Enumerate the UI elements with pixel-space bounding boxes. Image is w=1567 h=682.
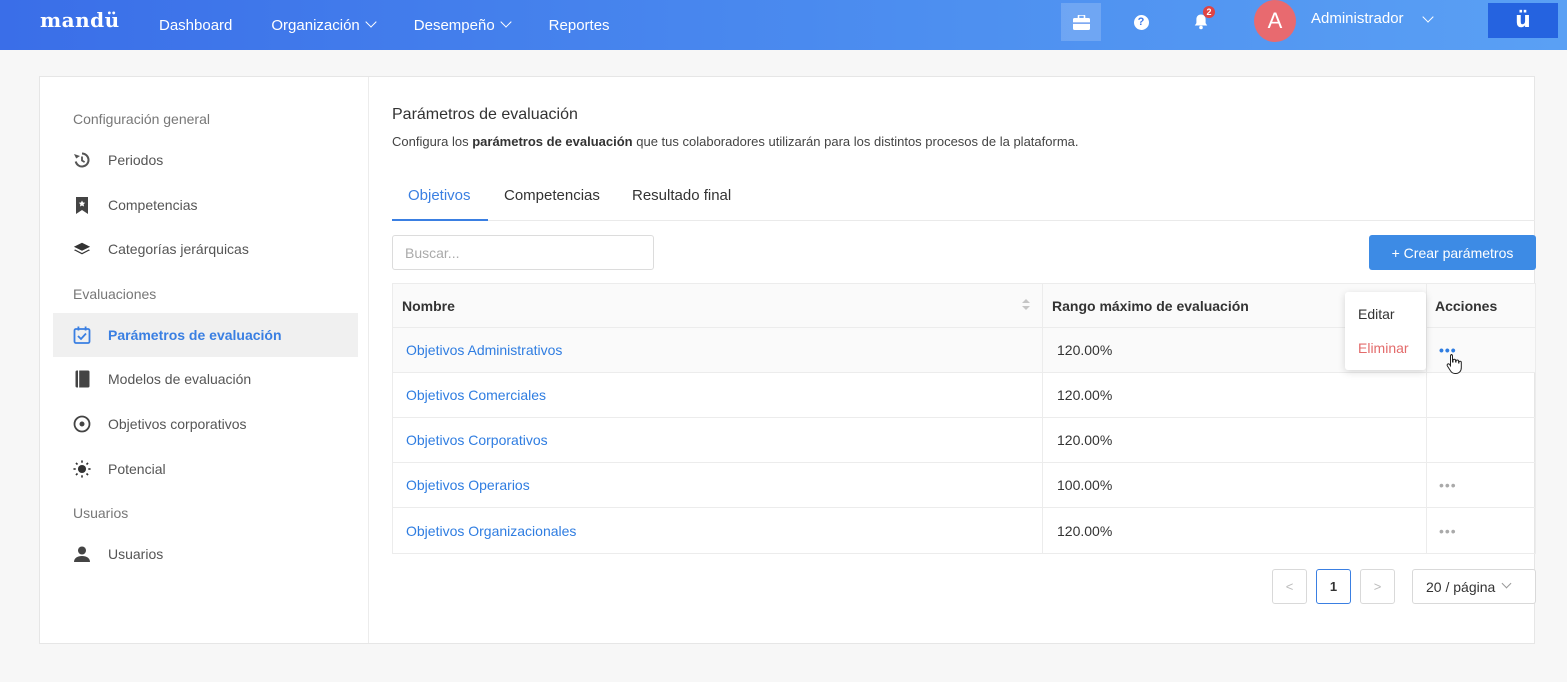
hand-cursor-icon [1446,354,1462,374]
sidebar-item-competencias[interactable]: Competencias [53,183,358,227]
nav-organizacion-label: Organización [271,16,360,34]
user-name: Administrador [1311,10,1404,27]
help-button[interactable]: ? [1121,3,1161,41]
page-size-value: 20 / página [1426,578,1496,595]
tab-objetivos[interactable]: Objetivos [392,187,488,221]
brand-logo[interactable]: mandü [40,8,120,32]
avatar[interactable]: A [1254,0,1296,42]
page-1-button[interactable]: 1 [1316,569,1351,604]
page-size-select[interactable]: 20 / página [1412,569,1536,604]
sidebar-item-objetivos-corporativos[interactable]: Objetivos corporativos [53,402,358,446]
nav-reportes[interactable]: Reportes [549,17,610,34]
row-name-link[interactable]: Objetivos Operarios [406,477,530,493]
sidebar-item-label: Modelos de evaluación [108,371,252,387]
sidebar-item-label: Competencias [108,197,198,213]
page-description-text: que tus colaboradores utilizarán para lo… [632,134,1079,149]
column-header-nombre[interactable]: Nombre [393,284,1043,327]
user-menu[interactable]: Administrador [1311,10,1434,27]
row-range: 120.00% [1043,373,1427,417]
target-icon [73,415,91,433]
help-icon: ? [1133,14,1149,30]
sidebar-item-label: Usuarios [108,546,164,562]
create-parameters-button[interactable]: + Crear parámetros [1369,235,1536,270]
chevron-down-icon [1501,578,1512,589]
nav-desempeno[interactable]: Desempeño [413,16,512,34]
settings-sidebar: Configuración general Periodos Competenc… [40,77,369,643]
more-actions-icon[interactable]: ••• [1435,477,1457,493]
table-row: Objetivos Corporativos 120.00% [393,418,1535,463]
column-label: Rango máximo de evaluación [1052,297,1249,314]
sidebar-section-evaluaciones: Evaluaciones [73,286,157,302]
row-range: 100.00% [1043,463,1427,507]
briefcase-button[interactable] [1061,3,1101,41]
edit-menu-item[interactable]: Editar [1345,297,1426,331]
nav-desempeno-label: Desempeño [413,16,495,34]
notifications-button[interactable]: 2 [1181,3,1221,41]
sidebar-item-modelos[interactable]: Modelos de evaluación [53,357,358,401]
nav-reportes-label: Reportes [548,16,610,34]
page-description-bold: parámetros de evaluación [472,134,633,149]
more-actions-icon[interactable]: ••• [1435,523,1457,539]
sidebar-item-label: Categorías jerárquicas [108,241,249,257]
bookmark-icon [73,196,91,214]
chevron-down-icon [365,16,377,28]
page-description: Configura los parámetros de evaluación q… [392,134,1292,149]
chevron-down-icon [1421,10,1434,23]
tabs: Objetivos Competencias Resultado final [392,187,1535,221]
sort-icon [1022,299,1030,313]
lightbulb-icon [73,460,91,478]
sidebar-item-parametros[interactable]: Parámetros de evaluación [53,313,358,357]
nav-organizacion[interactable]: Organización [271,16,377,34]
layers-icon [73,240,91,258]
row-actions-menu: Editar Eliminar [1345,292,1426,370]
delete-menu-item[interactable]: Eliminar [1345,331,1426,365]
sidebar-item-categorias[interactable]: Categorías jerárquicas [53,227,358,271]
table-row: Objetivos Operarios 100.00% ••• [393,463,1535,508]
row-name-link[interactable]: Objetivos Administrativos [406,342,562,358]
search-input[interactable] [392,235,654,270]
history-icon [73,151,91,169]
prev-page-button[interactable]: < [1272,569,1307,604]
table-row: Objetivos Organizacionales 120.00% ••• [393,508,1535,553]
tab-competencias[interactable]: Competencias [504,187,600,221]
tab-resultado-final[interactable]: Resultado final [632,187,731,221]
app-logo-button[interactable]: ü [1488,3,1558,38]
main-nav: Dashboard Organización Desempeño Reporte… [159,0,649,50]
sidebar-item-potencial[interactable]: Potencial [53,447,358,491]
sidebar-item-periodos[interactable]: Periodos [53,138,358,182]
row-name-link[interactable]: Objetivos Comerciales [406,387,546,403]
row-name-link[interactable]: Objetivos Corporativos [406,432,548,448]
row-range: 120.00% [1043,508,1427,553]
sidebar-item-label: Objetivos corporativos [108,416,247,432]
sidebar-item-label: Parámetros de evaluación [108,327,282,343]
book-icon [73,370,91,388]
column-header-acciones: Acciones [1435,297,1498,314]
row-name-link[interactable]: Objetivos Organizacionales [406,523,576,539]
chevron-down-icon [500,16,512,28]
nav-dashboard-label: Dashboard [159,16,233,34]
notification-badge: 2 [1203,6,1215,18]
settings-card: Configuración general Periodos Competenc… [39,76,1536,644]
checkbox-calendar-icon [73,326,91,344]
sidebar-item-label: Periodos [108,152,164,168]
sidebar-item-label: Potencial [108,461,166,477]
nav-dashboard[interactable]: Dashboard [159,17,232,34]
top-navbar: mandü Dashboard Organización Desempeño R… [0,0,1567,50]
table-row: Objetivos Comerciales 120.00% [393,373,1535,418]
sidebar-section-usuarios: Usuarios [73,505,129,521]
column-label: Nombre [402,297,455,314]
next-page-button[interactable]: > [1360,569,1395,604]
user-icon [73,545,91,563]
page-description-text: Configura los [392,134,473,149]
page-title: Parámetros de evaluación [392,106,578,123]
sidebar-section-general: Configuración general [73,111,210,127]
briefcase-icon [1072,14,1090,30]
row-range: 120.00% [1043,418,1427,462]
sidebar-item-usuarios[interactable]: Usuarios [53,532,358,576]
